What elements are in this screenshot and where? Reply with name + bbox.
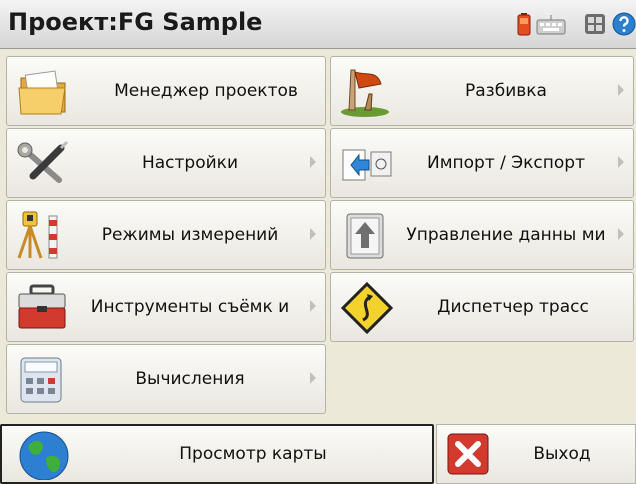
instruments-button[interactable]: Инструменты съёмк и [6,272,326,342]
title-bar: Проект:FG Sample [0,0,636,49]
exit-button[interactable]: Выход [436,424,636,484]
settings-label: Настройки [141,153,238,173]
globe-icon [16,428,72,484]
calculator-icon [15,354,71,406]
calculations-label: Вычисления [135,369,245,389]
map-view-label: Просмотр карты [179,444,327,464]
project-manager-label: Менеджер проектов [114,81,298,101]
map-view-button[interactable]: Просмотр карты [0,424,434,484]
project-manager-button[interactable]: Менеджер проектов [6,56,326,126]
battery-icon[interactable] [517,12,531,40]
import-export-label: Импорт / Экспорт [427,153,585,173]
import-export-icon [339,138,395,190]
chevron-right-icon [310,228,316,240]
page-title: Проект:FG Sample [8,8,263,36]
data-management-button[interactable]: Управление данны ми [330,200,634,270]
data-database-icon [339,210,395,262]
chevron-right-icon [310,372,316,384]
help-icon[interactable] [612,12,636,40]
chevron-right-icon [618,156,624,168]
stakeout-label: Разбивка [465,81,547,101]
chevron-right-icon [310,156,316,168]
import-export-button[interactable]: Импорт / Экспорт [330,128,634,198]
road-manager-label: Диспетчер трасс [437,297,589,317]
exit-label: Выход [533,444,591,464]
settings-button[interactable]: Настройки [6,128,326,198]
settings-icon[interactable] [583,12,607,40]
chevron-right-icon [310,300,316,312]
chevron-right-icon [618,84,624,96]
wrench-screwdriver-icon [15,138,71,190]
survey-modes-label: Режимы измерений [101,225,279,245]
stakeout-button[interactable]: Разбивка [330,56,634,126]
keyboard-icon[interactable] [536,14,566,40]
road-manager-button[interactable]: Диспетчер трасс [330,272,634,342]
chevron-right-icon [618,228,624,240]
road-sign-icon [339,281,395,335]
main-menu-grid: Менеджер проектов Разбивка Настройки Имп… [0,56,636,416]
instruments-label: Инструменты съёмк и [90,297,290,317]
calculations-button[interactable]: Вычисления [6,344,326,414]
close-icon [447,433,489,479]
tripod-rod-icon [15,210,71,262]
folder-icon [15,66,71,118]
stakeout-stake-icon [339,66,395,118]
data-management-label: Управление данны ми [406,225,606,245]
toolbox-icon [15,282,71,334]
survey-modes-button[interactable]: Режимы измерений [6,200,326,270]
